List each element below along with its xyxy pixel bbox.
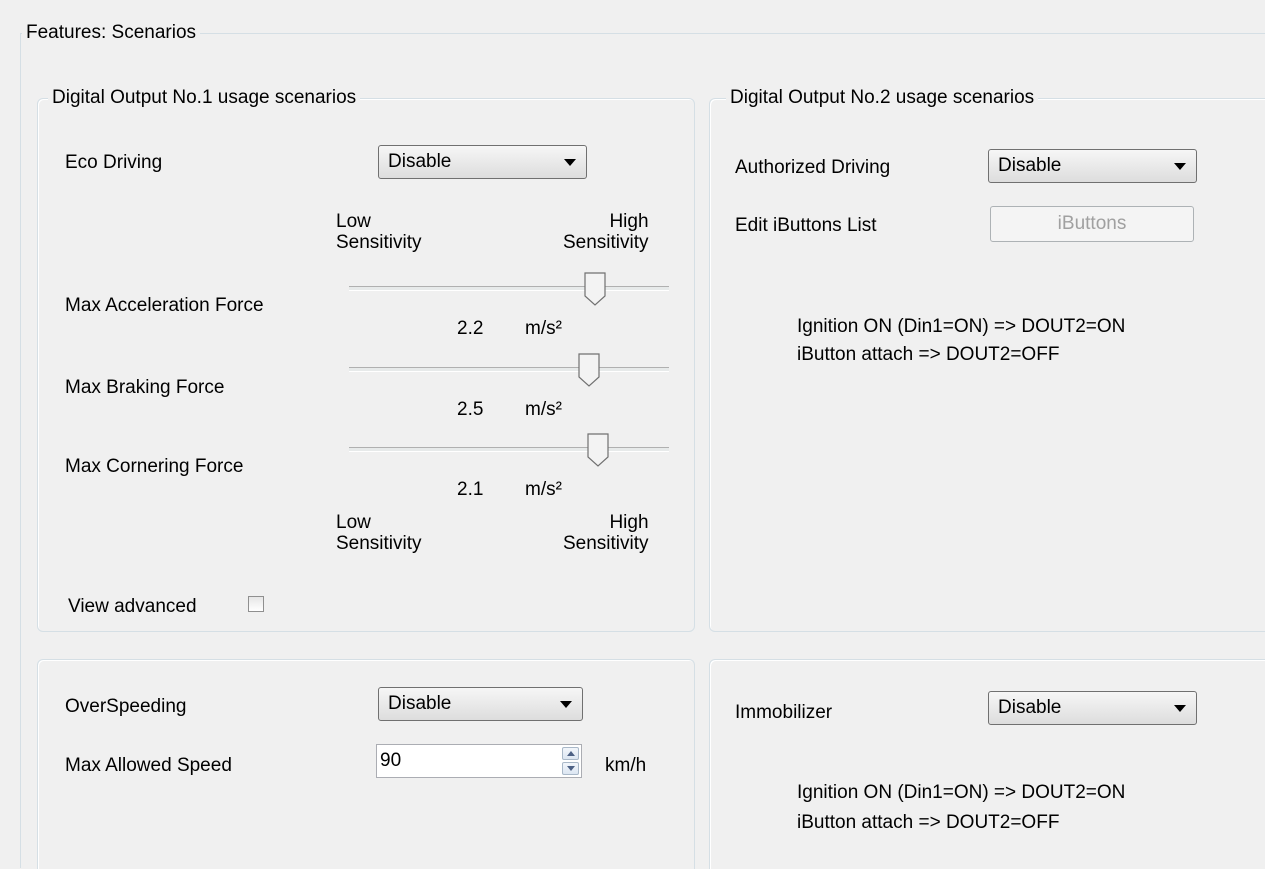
sensitivity-low-top: Low Sensitivity (336, 211, 422, 253)
authorized-driving-select[interactable]: Disable (988, 149, 1197, 183)
max-braking-unit: m/s² (525, 399, 562, 420)
max-acceleration-unit: m/s² (525, 318, 562, 339)
max-allowed-speed-value: 90 (380, 750, 402, 771)
immobilizer-label: Immobilizer (735, 702, 833, 723)
eco-driving-select-value: Disable (388, 151, 452, 172)
dout2-legend: Digital Output No.2 usage scenarios (726, 87, 1039, 109)
view-advanced-label: View advanced (68, 596, 197, 617)
speed-unit-label: km/h (605, 755, 647, 776)
ibuttons-button[interactable]: iButtons (990, 206, 1194, 242)
max-cornering-unit: m/s² (525, 479, 562, 500)
max-acceleration-slider-track[interactable] (349, 286, 669, 291)
max-acceleration-label: Max Acceleration Force (65, 295, 264, 316)
features-frame-top-line (20, 33, 1265, 34)
sensitivity-low-bottom: Low Sensitivity (336, 512, 422, 554)
chevron-down-icon (564, 159, 576, 166)
features-frame-left-line (20, 33, 21, 868)
overspeeding-select[interactable]: Disable (378, 687, 583, 721)
eco-driving-select[interactable]: Disable (378, 145, 587, 179)
eco-driving-label: Eco Driving (65, 152, 163, 173)
spin-down-button[interactable] (562, 762, 579, 775)
sensitivity-high-bottom: High Sensitivity (563, 512, 649, 554)
max-allowed-speed-label: Max Allowed Speed (65, 755, 232, 776)
max-allowed-speed-input[interactable]: 90 (376, 744, 582, 778)
features-title: Features: Scenarios (22, 22, 201, 44)
max-braking-value: 2.5 (457, 399, 484, 420)
edit-ibuttons-label: Edit iButtons List (735, 215, 877, 236)
immobilizer-select-value: Disable (998, 697, 1062, 718)
spin-up-button[interactable] (562, 747, 579, 760)
chevron-down-icon (1174, 705, 1186, 712)
speed-spinner[interactable] (562, 747, 579, 775)
dout2-info-line1: Ignition ON (Din1=ON) => DOUT2=ON (797, 316, 1126, 337)
max-cornering-slider-thumb[interactable] (587, 433, 609, 467)
dout2-info-line2: iButton attach => DOUT2=OFF (797, 344, 1060, 365)
sensitivity-high-top: High Sensitivity (563, 211, 649, 253)
chevron-down-icon (1174, 163, 1186, 170)
max-braking-label: Max Braking Force (65, 377, 225, 398)
overspeeding-label: OverSpeeding (65, 696, 187, 717)
immobilizer-info-line2: iButton attach => DOUT2=OFF (797, 812, 1060, 833)
max-acceleration-value: 2.2 (457, 318, 484, 339)
immobilizer-info-line1: Ignition ON (Din1=ON) => DOUT2=ON (797, 782, 1126, 803)
immobilizer-select[interactable]: Disable (988, 691, 1197, 725)
caret-down-icon (567, 766, 575, 771)
view-advanced-checkbox[interactable] (248, 596, 264, 612)
max-braking-slider-thumb[interactable] (578, 353, 601, 387)
chevron-down-icon (560, 701, 572, 708)
overspeeding-select-value: Disable (388, 693, 452, 714)
max-braking-slider-track[interactable] (349, 367, 669, 372)
max-cornering-label: Max Cornering Force (65, 456, 244, 477)
authorized-driving-select-value: Disable (998, 155, 1062, 176)
max-acceleration-slider-thumb[interactable] (584, 272, 607, 306)
caret-up-icon (567, 751, 575, 756)
dout1-legend: Digital Output No.1 usage scenarios (48, 87, 361, 109)
authorized-driving-label: Authorized Driving (735, 157, 891, 178)
max-cornering-slider-track[interactable] (349, 447, 669, 452)
max-cornering-value: 2.1 (457, 479, 484, 500)
